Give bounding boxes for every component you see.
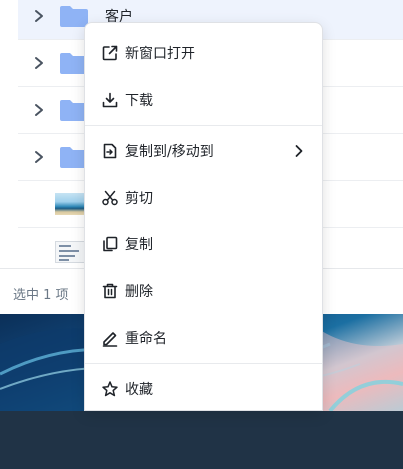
chevron-right-icon[interactable]: [33, 56, 45, 70]
menu-item-favorite[interactable]: 收藏: [85, 367, 322, 410]
chevron-right-icon[interactable]: [33, 9, 45, 23]
copy-icon: [101, 235, 119, 253]
selection-count: 选中 1 项: [13, 288, 69, 303]
menu-divider: [85, 363, 322, 364]
pencil-icon: [101, 329, 119, 347]
menu-item-open-new-window[interactable]: 新窗口打开: [85, 31, 322, 75]
chevron-right-icon[interactable]: [33, 103, 45, 117]
menu-item-label: 收藏: [125, 382, 153, 398]
menu-item-cut[interactable]: 剪切: [85, 176, 322, 220]
open-external-icon: [101, 44, 119, 62]
download-icon: [101, 91, 119, 109]
menu-item-copy[interactable]: 复制: [85, 222, 322, 266]
menu-item-label: 重命名: [125, 331, 167, 347]
taskbar: [0, 411, 403, 469]
menu-item-download[interactable]: 下载: [85, 78, 322, 122]
trash-icon: [101, 282, 119, 300]
context-menu: 新窗口打开 下载 复制到/移动到 剪切 复制 删除 重命名 收藏: [84, 22, 323, 411]
menu-item-label: 复制到/移动到: [125, 144, 214, 160]
chevron-right-icon: [294, 144, 304, 158]
menu-item-delete[interactable]: 删除: [85, 269, 322, 313]
menu-item-label: 删除: [125, 284, 153, 300]
star-icon: [101, 380, 119, 398]
copy-move-icon: [101, 142, 119, 160]
menu-item-copy-move-to[interactable]: 复制到/移动到: [85, 129, 322, 173]
image-thumbnail-icon: [55, 240, 85, 263]
menu-item-label: 新窗口打开: [125, 46, 195, 62]
menu-item-rename[interactable]: 重命名: [85, 316, 322, 360]
menu-item-label: 下载: [125, 93, 153, 109]
image-thumbnail-icon: [55, 193, 85, 215]
chevron-right-icon[interactable]: [33, 150, 45, 164]
menu-item-label: 复制: [125, 237, 153, 253]
scissors-icon: [101, 189, 119, 207]
menu-divider: [85, 125, 322, 126]
menu-item-label: 剪切: [125, 191, 153, 207]
